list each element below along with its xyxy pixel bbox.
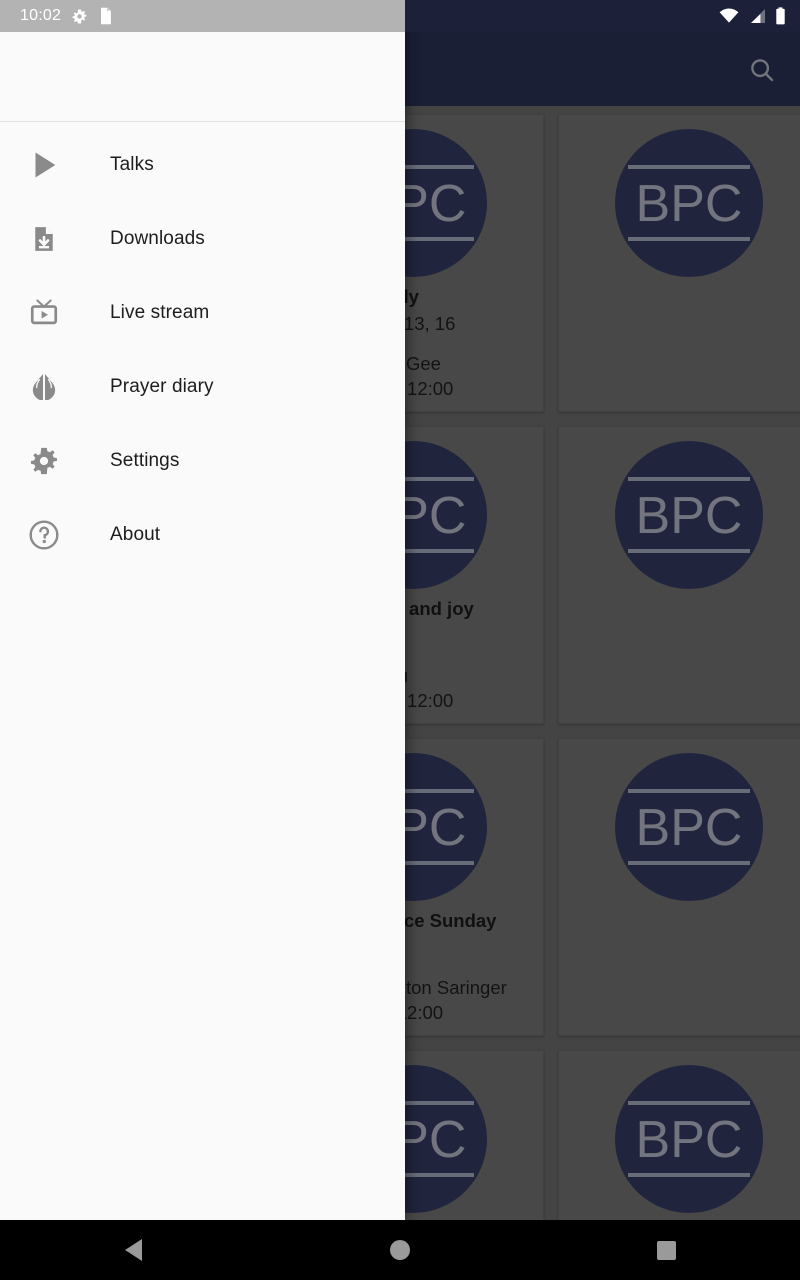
home-button[interactable] (267, 1220, 534, 1280)
recents-square-icon (657, 1240, 677, 1260)
help-circle-icon (16, 518, 72, 552)
system-navigation-bar (0, 1220, 800, 1280)
sidebar-item-live-stream[interactable]: Live stream (0, 276, 405, 350)
sidebar-item-label: Talks (110, 154, 154, 175)
praying-hands-icon (16, 367, 72, 407)
home-circle-icon (390, 1240, 410, 1260)
gear-icon (16, 445, 72, 477)
status-clock: 10:02 (20, 7, 62, 24)
sidebar-item-label: Settings (110, 450, 180, 471)
sidebar-item-label: Downloads (110, 228, 205, 249)
status-bar-left: 10:02 (0, 0, 405, 32)
sidebar-item-downloads[interactable]: Downloads (0, 202, 405, 276)
navigation-drawer: Talks Downloads Live stream Prayer diary… (0, 0, 405, 1220)
sidebar-item-settings[interactable]: Settings (0, 424, 405, 498)
sidebar-item-label: Live stream (110, 302, 210, 323)
sidebar-item-about[interactable]: About (0, 498, 405, 572)
status-bar: 10:02 (0, 0, 800, 32)
battery-icon (775, 7, 786, 25)
sidebar-item-label: About (110, 524, 161, 545)
gear-icon (71, 8, 88, 25)
app-screen: BPC …God's people …u …2:00 BPC Worship F… (0, 0, 800, 1280)
sidebar-item-label: Prayer diary (110, 376, 214, 397)
sidebar-item-prayer-diary[interactable]: Prayer diary (0, 350, 405, 424)
recents-button[interactable] (533, 1220, 800, 1280)
status-bar-right (719, 0, 800, 32)
wifi-icon (719, 8, 739, 24)
tv-icon (16, 297, 72, 329)
cell-signal-icon (748, 8, 766, 24)
drawer-item-list: Talks Downloads Live stream Prayer diary… (0, 122, 405, 572)
sidebar-item-talks[interactable]: Talks (0, 128, 405, 202)
play-icon (16, 148, 72, 182)
file-download-icon (16, 224, 72, 254)
back-triangle-icon (124, 1239, 142, 1261)
sd-card-icon (98, 7, 113, 25)
back-button[interactable] (0, 1220, 267, 1280)
